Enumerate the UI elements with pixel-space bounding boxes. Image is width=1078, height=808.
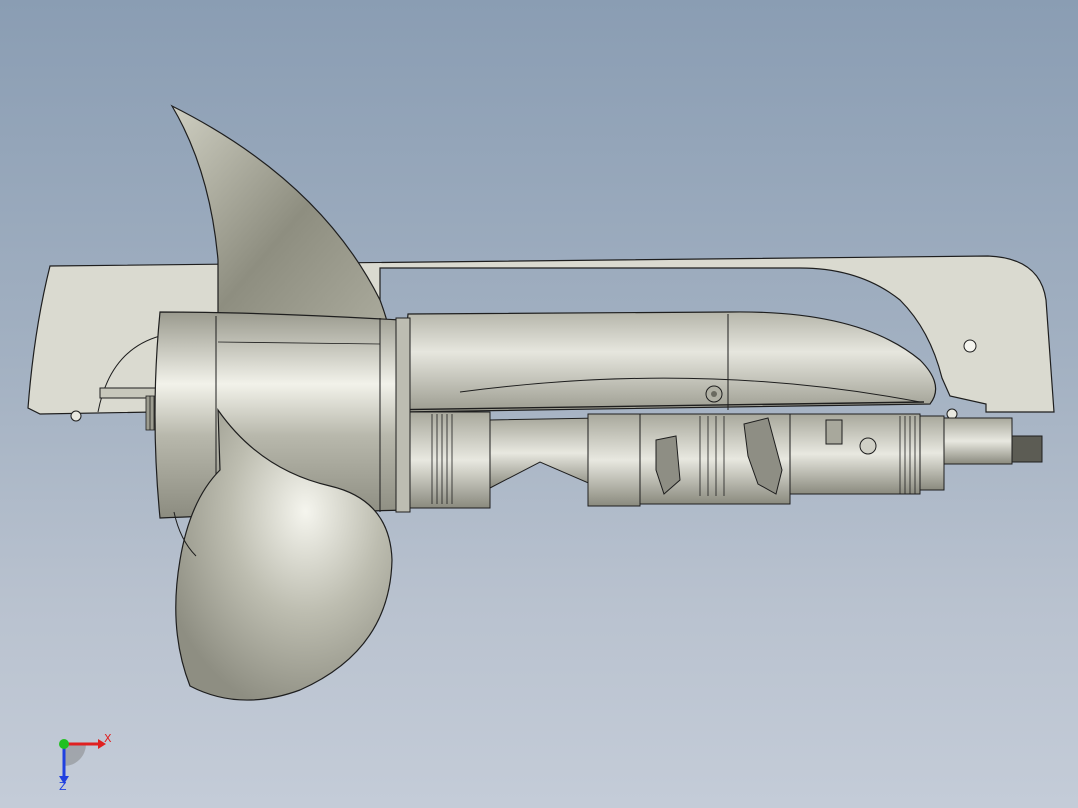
drivetrain-section[interactable] [399,411,1043,509]
y-axis-dot [59,739,69,749]
mount-hole [70,410,82,422]
mount-hole [963,339,977,353]
gearcase-body[interactable] [375,311,937,413]
cad-model-view[interactable] [0,0,1078,808]
coordinate-triad: X Z [48,728,118,793]
graphics-viewport[interactable]: X Z [0,0,1078,808]
hub-flange [395,317,411,513]
spline-end [1011,435,1043,463]
x-axis-label: X [104,732,112,745]
input-shaft [943,417,1013,465]
z-axis-label: Z [59,780,67,792]
